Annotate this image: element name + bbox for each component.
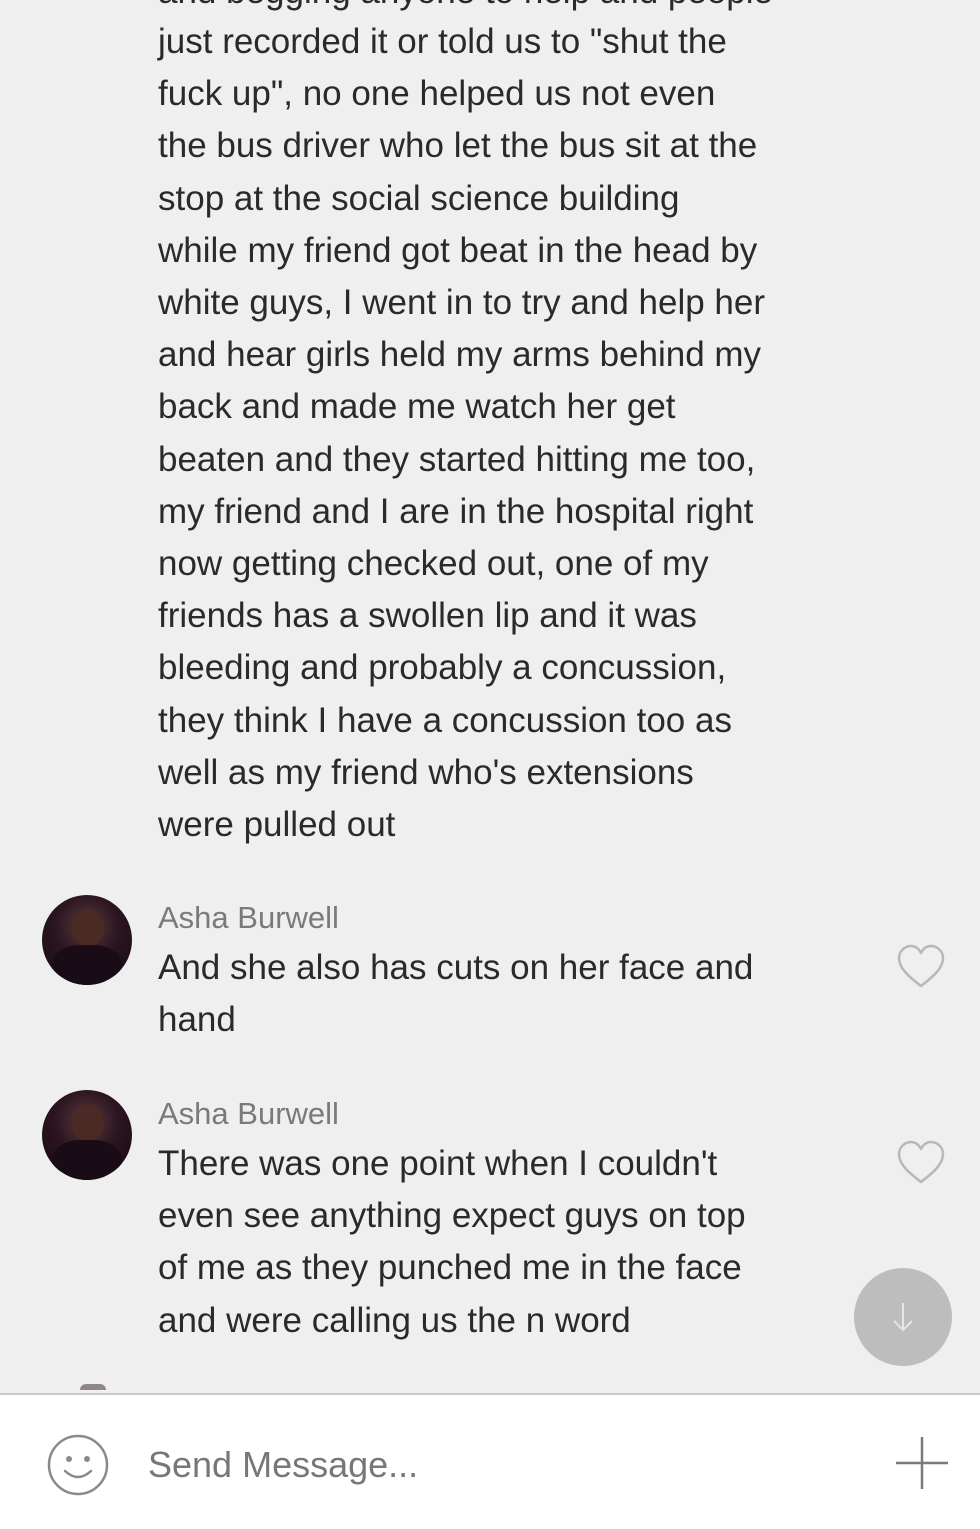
message-author[interactable]: Asha Burwell <box>158 1094 339 1134</box>
message-text-continued: just recorded it or told us to "shut the… <box>158 22 765 845</box>
avatar-body <box>52 1140 122 1180</box>
scroll-to-bottom-button[interactable] <box>854 1268 952 1366</box>
smiley-icon[interactable] <box>46 1433 110 1497</box>
send-message-input[interactable] <box>148 1435 848 1495</box>
avatar[interactable] <box>42 895 132 985</box>
avatar[interactable] <box>42 1090 132 1180</box>
message-text: And she also has cuts on her face and ha… <box>158 948 754 1040</box>
heart-outline-icon[interactable] <box>896 944 946 990</box>
message-author[interactable]: Asha Burwell <box>158 898 339 938</box>
message-composer <box>0 1393 980 1529</box>
next-avatar-peek <box>80 1384 106 1390</box>
avatar-face <box>72 1104 104 1142</box>
avatar-body <box>52 945 122 985</box>
heart-outline-icon[interactable] <box>896 1140 946 1186</box>
plus-icon[interactable] <box>890 1431 954 1495</box>
arrow-down-icon <box>893 1303 913 1332</box>
chat-thread[interactable]: and begging anyone to help and people ju… <box>0 0 980 1393</box>
message-text: There was one point when I couldn't even… <box>158 1144 746 1340</box>
avatar-face <box>72 909 104 947</box>
